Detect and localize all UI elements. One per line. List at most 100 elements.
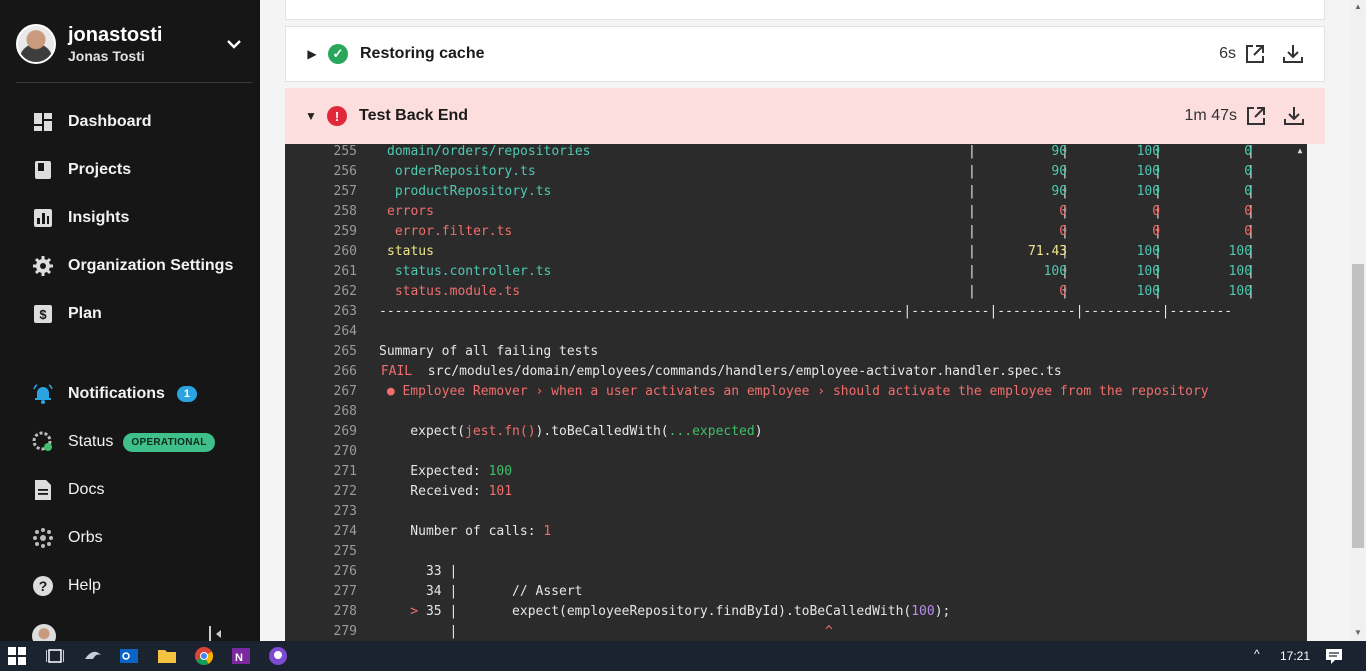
step-restoring-cache[interactable]: ▶ ✓ Restoring cache 6s <box>285 26 1325 82</box>
sidebar-item-label: Projects <box>68 161 132 178</box>
coverage-value: 0 <box>1244 184 1253 199</box>
sidebar-item-help[interactable]: ? Help <box>32 573 101 599</box>
line-number: 258 <box>333 204 357 219</box>
coverage-file: status.module.ts <box>387 284 521 299</box>
console-line: 277 34 | // Assert <box>285 584 1307 604</box>
console-text: status.controller.ts||||10010010010 <box>387 264 1255 279</box>
console-line: 259 error.filter.ts | | | | 0 0 0 <box>285 224 1307 244</box>
console-value: 1 <box>543 524 552 539</box>
coverage-value: 100 <box>1136 284 1161 299</box>
clock: 17:21 <box>1280 649 1311 663</box>
console-text: Summary of all failing tests <box>379 344 598 359</box>
notifications-center-icon[interactable] <box>1325 647 1343 665</box>
line-number: 270 <box>333 444 357 459</box>
line-number: 269 <box>333 424 357 439</box>
sidebar-item-docs[interactable]: Docs <box>32 477 104 503</box>
open-external-icon[interactable] <box>1245 105 1267 127</box>
file-explorer-icon[interactable] <box>158 647 176 665</box>
console-value: 100 <box>911 604 935 619</box>
github-icon[interactable] <box>269 647 287 665</box>
column-separator: | <box>968 204 976 219</box>
page-scrollbar[interactable]: ▲ ▼ <box>1350 0 1366 641</box>
console-text: Summary of all failing tests <box>379 344 599 359</box>
chrome-icon[interactable] <box>195 647 213 665</box>
svg-text:?: ? <box>39 578 48 594</box>
line-number: 273 <box>333 504 357 519</box>
onenote-icon[interactable]: N <box>232 647 250 665</box>
console-value: 101 <box>488 484 513 499</box>
sidebar-item-label: Status <box>68 433 114 450</box>
scrollbar-thumb[interactable] <box>1352 264 1364 548</box>
sidebar-item-label: Orbs <box>68 529 103 546</box>
caret-right-icon[interactable]: ▶ <box>300 47 324 61</box>
sidebar-item-projects[interactable]: Projects <box>32 157 131 183</box>
line-number: 277 <box>333 584 357 599</box>
line-number: 276 <box>333 564 357 579</box>
coverage-value: 0 <box>1152 204 1161 219</box>
column-separator: | <box>968 224 976 239</box>
username: jonastosti <box>68 24 163 46</box>
coverage-file: status.controller.ts <box>387 264 552 279</box>
sidebar-item-orbs[interactable]: Orbs <box>32 525 103 551</box>
console-line: 271 Expected: 100 <box>285 464 1307 484</box>
line-number: 267 <box>333 384 357 399</box>
column-separator: | <box>968 164 976 179</box>
step-test-back-end[interactable]: ▼ ! Test Back End 1m 47s <box>285 88 1325 144</box>
scroll-down-arrow[interactable]: ▼ <box>1354 628 1362 637</box>
document-icon <box>32 479 54 501</box>
console-text: 33 | <box>379 564 458 579</box>
sidebar-item-notifications[interactable]: Notifications 1 <box>32 381 198 407</box>
sidebar-item-organization-settings[interactable]: Organization Settings <box>32 253 233 279</box>
coverage-value: 100 <box>1136 184 1161 199</box>
caret-down-icon[interactable]: ▼ <box>299 109 323 123</box>
console-line: 258 errors | | | | 0 0 0 <box>285 204 1307 224</box>
outlook-icon[interactable] <box>120 647 138 665</box>
coverage-file: status <box>387 244 434 259</box>
chevron-up-icon[interactable]: ^ <box>1254 647 1260 661</box>
console-text: status||||71.431001008 <box>387 244 1255 259</box>
download-icon[interactable] <box>1283 105 1305 127</box>
coverage-value: 71.43 <box>1028 244 1068 259</box>
coverage-file: error.filter.ts <box>387 224 513 239</box>
line-number: 262 <box>333 284 357 299</box>
app-icon[interactable] <box>84 647 102 665</box>
divider <box>16 82 252 83</box>
collapse-sidebar-icon[interactable] <box>208 626 224 642</box>
sidebar-item-insights[interactable]: Insights <box>32 205 129 231</box>
error-caret: ^ <box>825 624 833 639</box>
open-external-icon[interactable] <box>1244 43 1266 65</box>
console-line: 264 <box>285 324 1307 344</box>
line-number: 257 <box>333 184 357 199</box>
console-line: 274 Number of calls: 1 <box>285 524 1307 544</box>
console-text: | <box>379 624 458 639</box>
chevron-down-icon[interactable] <box>224 34 244 54</box>
coverage-file: orderRepository.ts <box>387 164 536 179</box>
download-icon[interactable] <box>1282 43 1304 65</box>
user-menu[interactable]: jonastosti Jonas Tosti <box>16 24 252 68</box>
step-title: Restoring cache <box>360 45 485 62</box>
windows-start-icon[interactable] <box>8 647 26 665</box>
console-text: productRepository.ts||||90100087. <box>387 184 1255 199</box>
console-text: status.module.ts | | | | 0 100 100 <box>387 284 1255 299</box>
console-text: Received: <box>379 484 489 499</box>
sidebar-item-dashboard[interactable]: Dashboard <box>32 109 152 135</box>
console-line: 265 Summary of all failing tests <box>285 344 1307 364</box>
column-separator: | <box>968 244 976 259</box>
sidebar-item-plan[interactable]: $ Plan <box>32 301 102 327</box>
console-line: 272 Received: 101 <box>285 484 1307 504</box>
console-line: 263 -------------------------------------… <box>285 304 1307 324</box>
scroll-up-arrow[interactable]: ▲ <box>1354 2 1362 11</box>
line-number: 261 <box>333 264 357 279</box>
coverage-value: 100 <box>1228 264 1253 279</box>
sidebar-item-status[interactable]: Status OPERATIONAL <box>32 429 215 455</box>
task-view-icon[interactable] <box>46 647 64 665</box>
console-text: FAIL src/modules/domain/employees/comman… <box>373 364 1062 379</box>
test-file-path: src/modules/domain/employees/commands/ha… <box>427 364 1062 379</box>
svg-text:$: $ <box>39 307 47 322</box>
console-text: Number of calls: <box>379 524 544 539</box>
console-line: 257 productRepository.ts||||90100087. <box>285 184 1307 204</box>
line-number: 272 <box>333 484 357 499</box>
console-output[interactable]: ▲ 255 domain/orders/repositories | | | | 90 100… <box>285 144 1307 641</box>
console-line: 260status||||71.431001008 <box>285 244 1307 264</box>
line-number: 275 <box>333 544 357 559</box>
